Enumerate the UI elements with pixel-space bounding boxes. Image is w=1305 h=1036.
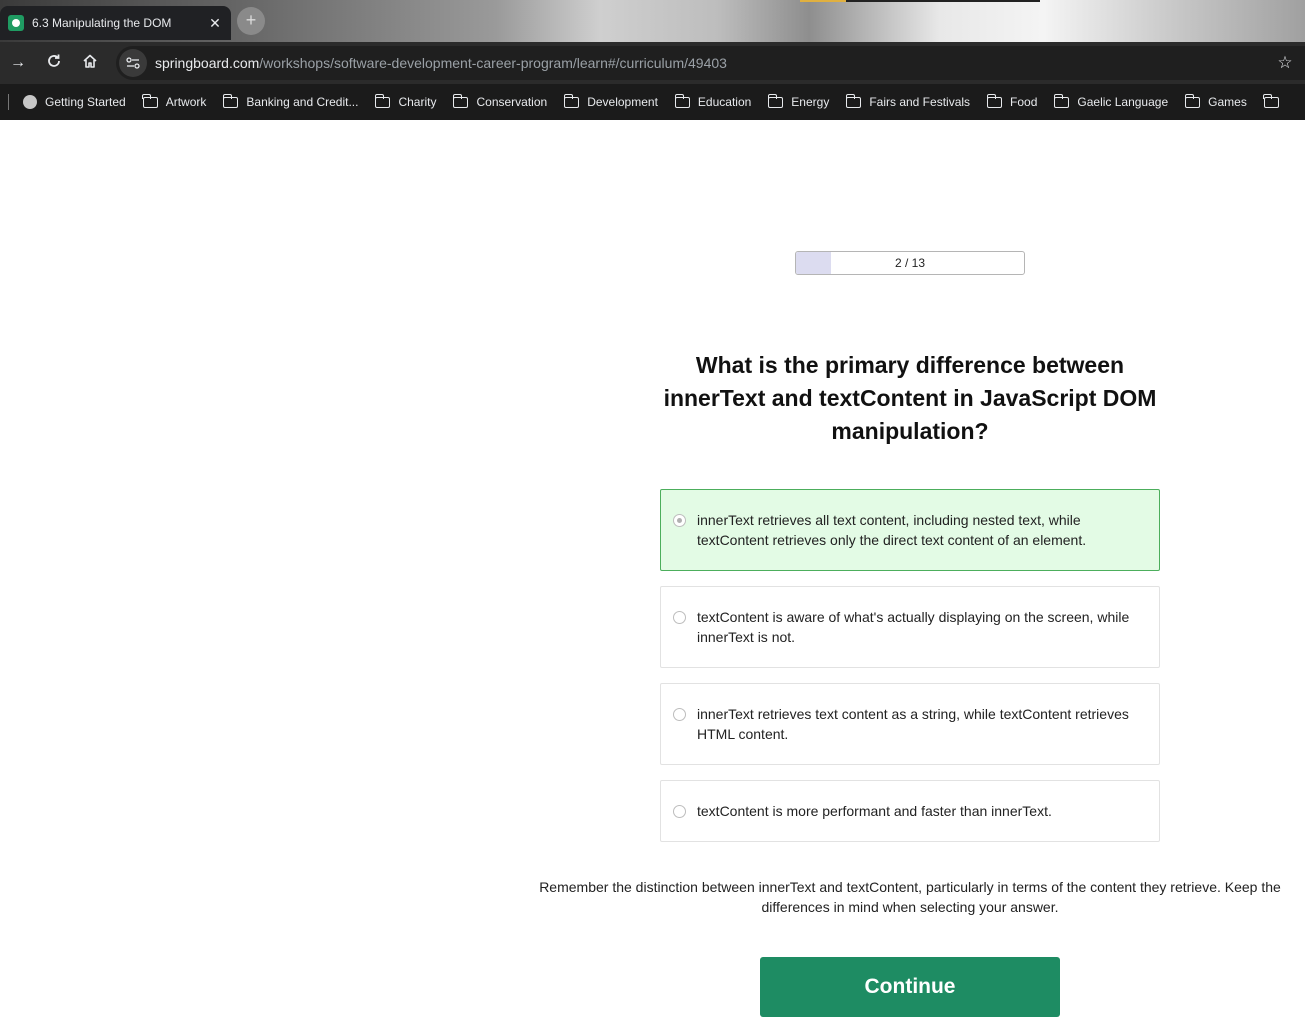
- bookmark-label: Energy: [791, 95, 830, 109]
- bookmark-folder-development[interactable]: Development: [563, 93, 658, 109]
- radio-selected-icon[interactable]: [673, 514, 686, 527]
- folder-icon: [1263, 93, 1279, 108]
- bookmark-folder-gaelic[interactable]: Gaelic Language: [1053, 93, 1169, 109]
- active-tab[interactable]: 6.3 Manipulating the DOM ✕: [0, 6, 231, 40]
- answer-option-text: innerText retrieves all text content, in…: [697, 512, 1087, 548]
- springboard-favicon-icon: [8, 15, 24, 31]
- answer-option-3[interactable]: innerText retrieves text content as a st…: [660, 683, 1160, 765]
- site-settings-icon[interactable]: [119, 49, 147, 77]
- bookmark-label: Education: [697, 95, 752, 109]
- tab-close-icon[interactable]: ✕: [207, 15, 223, 32]
- bookmark-folder-overflow[interactable]: [1263, 93, 1287, 108]
- bookmark-folder-fairs[interactable]: Fairs and Festivals: [845, 93, 971, 109]
- question-text: What is the primary difference between i…: [663, 352, 1157, 444]
- answer-option-2[interactable]: textContent is aware of what's actually …: [660, 586, 1160, 668]
- radio-icon[interactable]: [673, 708, 686, 721]
- bookmark-label: Charity: [398, 95, 437, 109]
- bookmark-folder-banking[interactable]: Banking and Credit...: [222, 93, 359, 109]
- bookmark-label: Games: [1208, 95, 1247, 109]
- home-icon[interactable]: [72, 53, 108, 74]
- bookmark-folder-education[interactable]: Education: [674, 93, 752, 109]
- answer-option-4[interactable]: textContent is more performant and faste…: [660, 780, 1160, 842]
- bookmark-folder-food[interactable]: Food: [986, 93, 1038, 109]
- folder-icon: [767, 93, 784, 108]
- quiz-progress-bar: 2 / 13: [795, 251, 1025, 275]
- reload-icon[interactable]: [36, 53, 72, 74]
- folder-icon: [563, 93, 580, 108]
- new-tab-button[interactable]: +: [237, 7, 265, 35]
- url-path: /workshops/software-development-career-p…: [259, 55, 727, 71]
- url-text: springboard.com/workshops/software-devel…: [155, 55, 1265, 71]
- bookmarks-bar: Getting Started Artwork Banking and Cred…: [0, 84, 1305, 120]
- progress-label: 2 / 13: [894, 256, 926, 270]
- bookmark-label: Gaelic Language: [1077, 95, 1169, 109]
- folder-icon: [1184, 93, 1201, 108]
- bookmark-folder-artwork[interactable]: Artwork: [142, 93, 207, 109]
- theme-accent: [800, 0, 846, 2]
- bookmark-label: Conservation: [476, 95, 548, 109]
- bookmark-label: Artwork: [165, 95, 207, 109]
- folder-icon: [1053, 93, 1070, 108]
- answer-option-text: innerText retrieves text content as a st…: [697, 706, 1129, 742]
- folder-icon: [222, 93, 239, 108]
- continue-button[interactable]: Continue: [760, 957, 1060, 1017]
- bookmark-star-icon[interactable]: ☆: [1265, 53, 1305, 73]
- tab-title: 6.3 Manipulating the DOM: [32, 16, 172, 30]
- bookmark-label: Development: [587, 95, 658, 109]
- bookmark-label: Food: [1010, 95, 1038, 109]
- answer-option-text: textContent is more performant and faste…: [697, 803, 1052, 819]
- folder-icon: [674, 93, 690, 108]
- address-bar[interactable]: springboard.com/workshops/software-devel…: [116, 46, 1305, 80]
- radio-icon[interactable]: [673, 805, 686, 818]
- answer-option-1[interactable]: innerText retrieves all text content, in…: [660, 489, 1160, 571]
- bookmark-label: Fairs and Festivals: [869, 95, 971, 109]
- tab-strip: 6.3 Manipulating the DOM ✕ +: [0, 0, 1305, 42]
- url-host: springboard.com: [155, 55, 260, 71]
- folder-icon: [845, 93, 862, 108]
- answer-options: innerText retrieves all text content, in…: [660, 489, 1160, 857]
- globe-icon: [23, 95, 37, 109]
- bookmark-folder-energy[interactable]: Energy: [767, 93, 830, 109]
- forward-icon[interactable]: →: [0, 54, 36, 72]
- theme-accent-dark: [846, 0, 1040, 2]
- bookmark-folder-games[interactable]: Games: [1184, 93, 1247, 109]
- folder-icon: [142, 93, 158, 108]
- bookmark-folder-charity[interactable]: Charity: [375, 93, 437, 109]
- bookmark-label: Banking and Credit...: [246, 95, 359, 109]
- folder-icon: [375, 93, 391, 108]
- bookmarks-separator: [8, 94, 9, 110]
- bookmark-label: Getting Started: [45, 95, 126, 109]
- radio-icon[interactable]: [673, 611, 686, 624]
- answer-option-text: textContent is aware of what's actually …: [697, 609, 1130, 645]
- folder-icon: [986, 93, 1003, 108]
- bookmark-folder-conservation[interactable]: Conservation: [453, 93, 548, 109]
- bookmark-getting-started[interactable]: Getting Started: [23, 95, 126, 109]
- folder-icon: [453, 93, 469, 108]
- hint-text: Remember the distinction between innerTe…: [539, 879, 1281, 915]
- browser-toolbar: → springboard.com/workshops/software-dev…: [0, 42, 1305, 84]
